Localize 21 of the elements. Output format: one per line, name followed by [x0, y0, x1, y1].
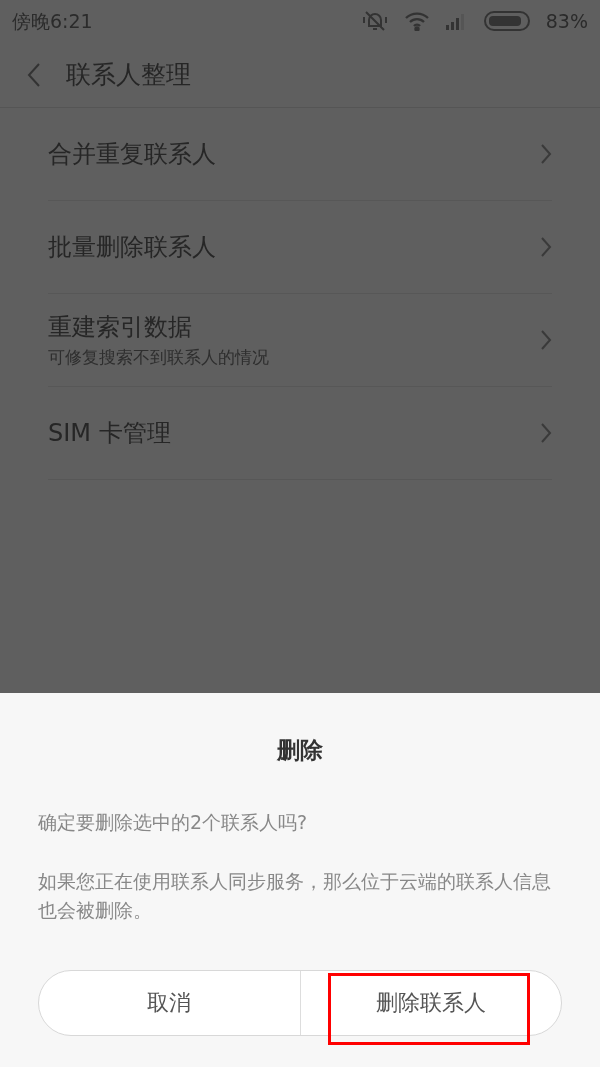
dialog-button[interactable]: 取消	[39, 970, 300, 1035]
list-item[interactable]: 合并重复联系人	[48, 108, 552, 201]
list-item[interactable]: SIM 卡管理	[48, 387, 552, 480]
dialog-message: 确定要删除选中的2个联系人吗?	[38, 809, 309, 835]
item-title: 合并重复联系人	[48, 139, 217, 170]
dialog-button[interactable]: 删除联系人	[299, 970, 561, 1035]
dialog-title: 删除	[276, 736, 324, 765]
muted-bell-icon	[361, 10, 388, 32]
item-title: 批量删除联系人	[48, 232, 217, 263]
back-icon[interactable]	[26, 61, 42, 88]
item-title: 重建索引数据	[48, 312, 193, 344]
chevron-icon	[540, 236, 552, 258]
chevron-icon	[540, 422, 552, 444]
chevron-icon	[540, 143, 552, 165]
item-title: SIM 卡管理	[48, 418, 172, 449]
battery-icon	[483, 11, 530, 31]
chevron-icon	[540, 329, 552, 351]
page-title: 联系人整理	[66, 58, 191, 91]
list-item[interactable]: 批量删除联系人	[48, 201, 552, 294]
wifi-icon	[403, 11, 430, 31]
dialog-note: 如果您正在使用联系人同步服务，那么位于云端的联系人信息也会被删除。	[38, 868, 552, 924]
